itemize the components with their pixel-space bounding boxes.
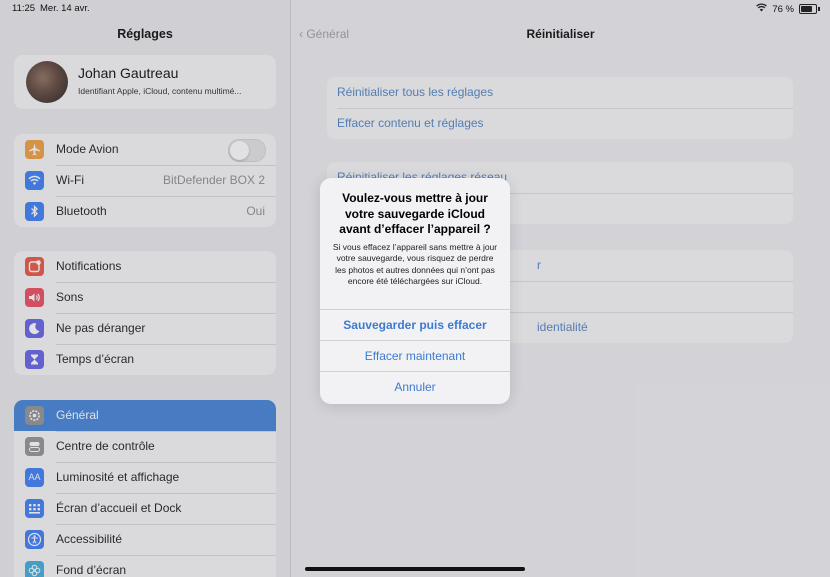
- alert-title: Voulez-vous mettre à jour votre sauvegar…: [339, 191, 491, 236]
- battery-percent: 76 %: [772, 3, 794, 15]
- backup-then-erase-button[interactable]: Sauvegarder puis effacer: [320, 309, 510, 341]
- erase-now-button[interactable]: Effacer maintenant: [320, 340, 510, 372]
- status-time: 11:25: [12, 3, 36, 14]
- status-date: Mer. 14 avr.: [40, 3, 90, 14]
- backup-alert-dialog: Voulez-vous mettre à jour votre sauvegar…: [320, 178, 510, 404]
- wifi-status-icon: [756, 3, 768, 15]
- home-indicator[interactable]: [305, 567, 525, 571]
- status-bar: 11:25 Mer. 14 avr. 76 %: [0, 0, 830, 18]
- alert-message: Si vous effacez l’appareil sans mettre à…: [332, 241, 498, 287]
- battery-icon: [799, 4, 817, 14]
- cancel-button[interactable]: Annuler: [320, 371, 510, 403]
